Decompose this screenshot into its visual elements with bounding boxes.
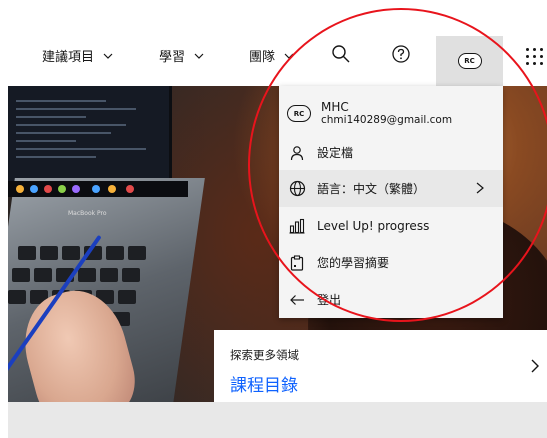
- search-button[interactable]: [328, 41, 354, 67]
- menu-item-label: 登出: [317, 293, 342, 307]
- account-button[interactable]: RC: [436, 36, 503, 86]
- catalog-card[interactable]: 探索更多領域 課程目錄: [214, 330, 547, 402]
- menu-item-profile[interactable]: 設定檔: [279, 134, 503, 171]
- user-icon: [287, 143, 307, 163]
- chevron-down-icon: [284, 53, 294, 59]
- laptop-screen: [8, 86, 172, 181]
- chevron-right-icon: [531, 359, 539, 373]
- search-icon: [332, 45, 350, 63]
- menu-item-level-up-progress[interactable]: Level Up! progress: [279, 207, 503, 244]
- help-button[interactable]: [388, 41, 414, 67]
- menu-item-label: 設定檔: [317, 146, 354, 160]
- chevron-down-icon: [103, 53, 113, 59]
- touch-bar: [8, 181, 188, 197]
- menu-item-learning-summary[interactable]: 您的學習摘要: [279, 244, 503, 281]
- card-title: 課程目錄: [230, 376, 298, 396]
- menu-item-language[interactable]: 語言：中文（繁體）: [279, 170, 503, 207]
- user-info: RC MHC chmi140289@gmail.com: [287, 100, 452, 127]
- account-dropdown-menu: RC MHC chmi140289@gmail.com 設定檔 語言：中文（繁體…: [279, 86, 503, 318]
- top-navigation: 建議項目 學習 團隊 RC: [0, 0, 547, 86]
- nav-item-learning[interactable]: 學習: [159, 46, 204, 65]
- footer-band: [8, 402, 547, 438]
- clipboard-icon: [287, 253, 307, 273]
- nav-item-recommendations[interactable]: 建議項目: [42, 46, 113, 65]
- nav-item-label: 學習: [159, 50, 186, 65]
- arrow-left-icon: [287, 290, 307, 310]
- progress-icon: [287, 216, 307, 236]
- menu-item-label: 您的學習摘要: [317, 256, 390, 270]
- globe-icon: [287, 179, 307, 199]
- menu-item-logout[interactable]: 登出: [279, 281, 503, 318]
- menu-item-label: Level Up! progress: [317, 218, 430, 233]
- avatar: RC: [287, 105, 311, 122]
- help-icon: [392, 45, 410, 63]
- avatar: RC: [457, 53, 482, 69]
- menu-item-label: 語言：中文（繁體）: [317, 182, 426, 196]
- nav-item-teams[interactable]: 團隊: [249, 46, 294, 65]
- nav-item-label: 團隊: [249, 50, 276, 65]
- nav-item-label: 建議項目: [42, 50, 95, 65]
- card-subtitle: 探索更多領域: [230, 348, 299, 362]
- app-switcher-icon[interactable]: [524, 46, 544, 66]
- chevron-down-icon: [194, 53, 204, 59]
- user-name: MHC: [321, 100, 349, 114]
- user-email: chmi140289@gmail.com: [321, 114, 453, 126]
- chevron-right-icon: [476, 182, 484, 194]
